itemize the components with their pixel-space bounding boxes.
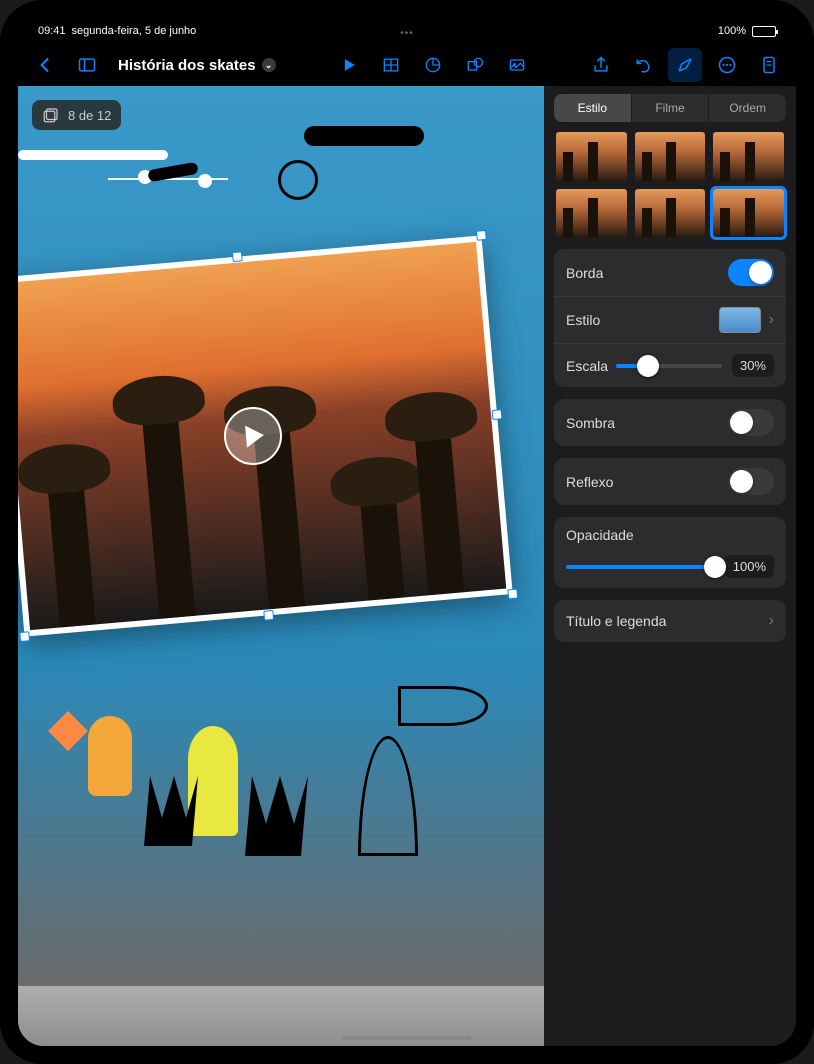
- more-button[interactable]: [710, 48, 744, 82]
- media-insert-button[interactable]: [500, 48, 534, 82]
- style-presets-grid: [544, 132, 796, 249]
- style-preset[interactable]: [635, 132, 706, 181]
- undo-button[interactable]: [626, 48, 660, 82]
- scale-value: 30%: [732, 354, 774, 377]
- resize-handle[interactable]: [232, 251, 243, 262]
- border-style-label: Estilo: [566, 312, 719, 328]
- style-preset[interactable]: [635, 189, 706, 238]
- scale-label: Escala: [566, 358, 616, 374]
- inspector-tabs: Estilo Filme Ordem: [554, 94, 786, 122]
- slides-icon: [42, 106, 60, 124]
- chevron-down-icon: ⌄: [262, 58, 276, 72]
- shadow-toggle[interactable]: [728, 409, 774, 436]
- border-toggle[interactable]: [728, 259, 774, 286]
- home-indicator[interactable]: [342, 1036, 472, 1040]
- style-preset[interactable]: [556, 132, 627, 181]
- tab-order[interactable]: Ordem: [709, 94, 786, 122]
- document-title-text: História dos skates: [118, 57, 256, 74]
- scale-slider[interactable]: [616, 364, 722, 368]
- title-caption-row[interactable]: Título e legenda ›: [554, 600, 786, 642]
- border-style-row[interactable]: Estilo ›: [554, 297, 786, 344]
- resize-handle[interactable]: [507, 589, 518, 600]
- selected-video-object[interactable]: [18, 235, 513, 636]
- back-button[interactable]: [28, 48, 62, 82]
- play-button[interactable]: [332, 48, 366, 82]
- chevron-right-icon: ›: [769, 612, 774, 630]
- opacity-label: Opacidade: [566, 527, 774, 543]
- status-time: 09:41: [38, 25, 66, 37]
- resize-handle[interactable]: [263, 610, 274, 621]
- status-bar: 09:41 segunda-feira, 5 de junho ••• 100%: [18, 18, 796, 44]
- sidebar-toggle-button[interactable]: [70, 48, 104, 82]
- table-insert-button[interactable]: [374, 48, 408, 82]
- reflection-toggle[interactable]: [728, 468, 774, 495]
- slide-indicator-text: 8 de 12: [68, 108, 111, 123]
- chevron-right-icon: ›: [769, 311, 774, 329]
- video-thumbnail: [18, 242, 506, 630]
- status-date: segunda-feira, 5 de junho: [72, 25, 197, 37]
- resize-handle[interactable]: [492, 409, 503, 420]
- style-preset[interactable]: [556, 189, 627, 238]
- shadow-label: Sombra: [566, 415, 728, 431]
- reflection-label: Reflexo: [566, 474, 728, 490]
- format-inspector-panel: Estilo Filme Ordem Borda: [544, 86, 796, 1046]
- tab-style[interactable]: Estilo: [554, 94, 632, 122]
- slide-canvas[interactable]: 8 de 12: [18, 86, 544, 1046]
- border-row: Borda: [554, 249, 786, 297]
- opacity-slider[interactable]: [566, 565, 715, 569]
- slide-indicator-badge[interactable]: 8 de 12: [32, 100, 121, 130]
- opacity-row: Opacidade 100%: [554, 517, 786, 588]
- shadow-row: Sombra: [554, 399, 786, 446]
- scale-row: Escala 30%: [554, 344, 786, 387]
- resize-handle[interactable]: [19, 631, 30, 642]
- resize-handle[interactable]: [476, 230, 487, 241]
- chart-insert-button[interactable]: [416, 48, 450, 82]
- document-settings-button[interactable]: [752, 48, 786, 82]
- document-title[interactable]: História dos skates ⌄: [112, 57, 282, 74]
- border-label: Borda: [566, 265, 728, 281]
- border-style-swatch: [719, 307, 761, 333]
- tab-movie[interactable]: Filme: [632, 94, 710, 122]
- title-caption-label: Título e legenda: [566, 613, 761, 629]
- toolbar: História dos skates ⌄: [18, 44, 796, 86]
- format-inspector-button[interactable]: [668, 48, 702, 82]
- battery-icon: [752, 26, 776, 37]
- multitask-dots[interactable]: •••: [400, 28, 414, 39]
- share-button[interactable]: [584, 48, 618, 82]
- style-preset[interactable]: [713, 132, 784, 181]
- opacity-value: 100%: [725, 555, 774, 578]
- battery-percent: 100%: [718, 25, 746, 37]
- style-preset-selected[interactable]: [713, 189, 784, 238]
- reflection-row: Reflexo: [554, 458, 786, 505]
- shape-insert-button[interactable]: [458, 48, 492, 82]
